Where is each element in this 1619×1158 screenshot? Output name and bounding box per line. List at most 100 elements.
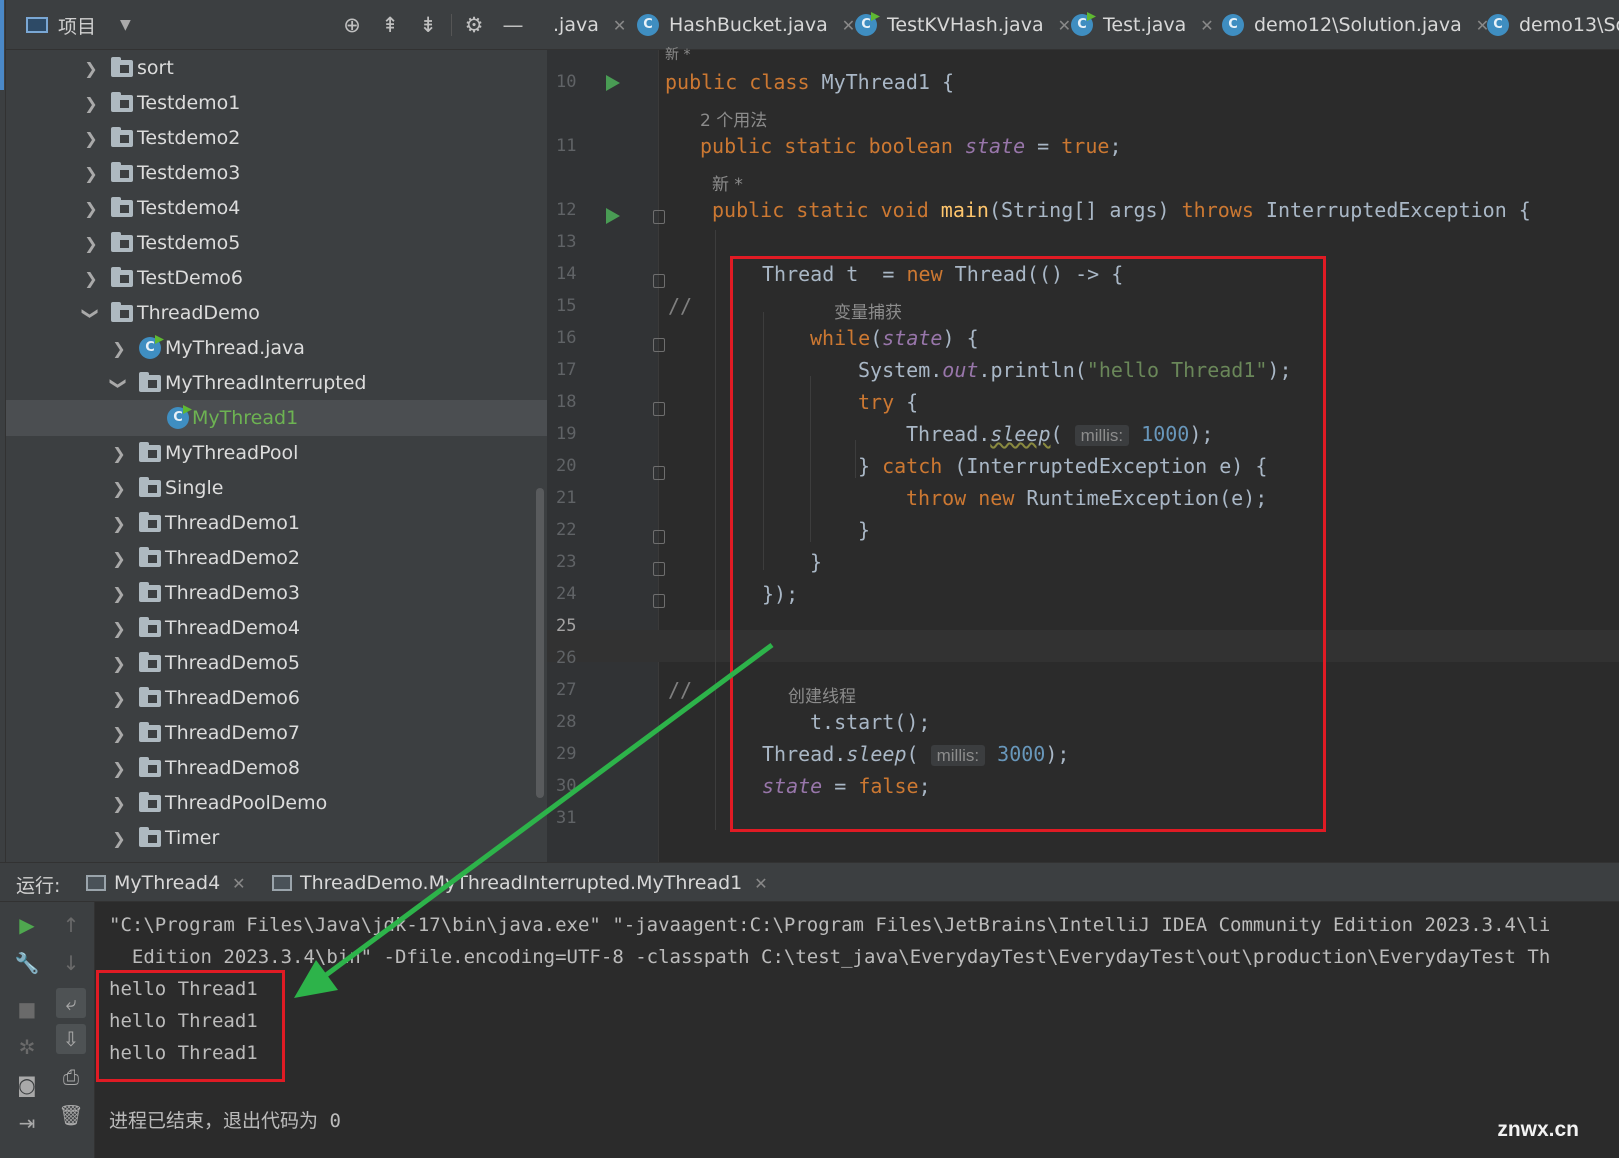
chevron-down-icon[interactable]: ❯ <box>110 374 129 392</box>
editor-tab-hashbucket[interactable]: C HashBucket.java ✕ <box>637 0 855 49</box>
expand-all-icon[interactable]: ⇞ <box>377 12 403 38</box>
close-icon[interactable]: ✕ <box>842 16 855 35</box>
fold-icon[interactable] <box>653 466 665 480</box>
exit-icon[interactable]: ⇥ <box>12 1108 42 1138</box>
chevron-right-icon[interactable]: ❯ <box>82 59 100 78</box>
camera-icon[interactable]: ◙ <box>12 1070 42 1100</box>
folder-icon <box>139 756 161 777</box>
tree-item-threaddemo7[interactable]: ❯ ThreadDemo7 <box>6 715 547 751</box>
locate-icon[interactable]: ⊕ <box>339 12 365 38</box>
chevron-right-icon[interactable]: ❯ <box>82 94 100 113</box>
tree-item-mythreadpool[interactable]: ❯ MyThreadPool <box>6 435 547 471</box>
folder-icon <box>111 91 133 112</box>
tree-item-threaddemo5[interactable]: ❯ ThreadDemo5 <box>6 645 547 681</box>
chevron-right-icon[interactable]: ❯ <box>82 129 100 148</box>
tree-item-threadpooldemo[interactable]: ❯ ThreadPoolDemo <box>6 785 547 821</box>
tree-item-threaddemo8[interactable]: ❯ ThreadDemo8 <box>6 750 547 786</box>
tree-item-mythread-java[interactable]: ❯ C MyThread.java <box>6 330 547 366</box>
fold-icon[interactable] <box>653 562 665 576</box>
tree-item-label: ThreadDemo5 <box>165 652 300 674</box>
console-output[interactable]: "C:\Program Files\Java\jdk-17\bin\java.e… <box>95 902 1619 1158</box>
fold-icon[interactable] <box>653 594 665 608</box>
tree-item-testdemo6[interactable]: ❯ TestDemo6 <box>6 260 547 296</box>
chevron-right-icon[interactable]: ❯ <box>110 724 128 743</box>
down-arrow-icon[interactable]: ↓ <box>56 948 86 978</box>
tree-item-timer[interactable]: ❯ Timer <box>6 820 547 856</box>
usage-hint[interactable]: 2 个用法 <box>700 106 767 131</box>
chevron-right-icon[interactable]: ❯ <box>110 759 128 778</box>
chevron-down-icon[interactable]: ❯ <box>82 304 101 322</box>
editor-tab-demo13-solution[interactable]: Cdemo13\Sol <box>1487 0 1619 49</box>
chevron-right-icon[interactable]: ❯ <box>110 479 128 498</box>
chevron-right-icon[interactable]: ❯ <box>110 339 128 358</box>
chevron-right-icon[interactable]: ❯ <box>110 689 128 708</box>
java-class-icon: C <box>1222 14 1244 36</box>
chevron-right-icon[interactable]: ❯ <box>110 619 128 638</box>
tree-item-single[interactable]: ❯ Single <box>6 470 547 506</box>
chevron-right-icon[interactable]: ❯ <box>82 164 100 183</box>
tree-item-label: MyThread1 <box>192 407 299 429</box>
chevron-right-icon[interactable]: ❯ <box>82 199 100 218</box>
chevron-right-icon[interactable]: ❯ <box>110 444 128 463</box>
chevron-right-icon[interactable]: ❯ <box>82 269 100 288</box>
chevron-right-icon[interactable]: ❯ <box>110 794 128 813</box>
fold-icon[interactable] <box>653 210 665 224</box>
project-tool-indicator[interactable] <box>0 0 4 90</box>
up-arrow-icon[interactable]: ↑ <box>56 910 86 940</box>
tree-item-threaddemo4[interactable]: ❯ ThreadDemo4 <box>6 610 547 646</box>
fold-icon[interactable] <box>653 530 665 544</box>
tree-item-testdemo2[interactable]: ❯ Testdemo2 <box>6 120 547 156</box>
tree-item-testdemo1[interactable]: ❯ Testdemo1 <box>6 85 547 121</box>
tree-item-testdemo5[interactable]: ❯ Testdemo5 <box>6 225 547 261</box>
tree-item-threaddemo2[interactable]: ❯ ThreadDemo2 <box>6 540 547 576</box>
soft-wrap-icon[interactable]: ⤶ <box>56 988 86 1018</box>
print-icon[interactable]: ⎙ <box>56 1062 86 1092</box>
project-scrollbar[interactable] <box>536 488 544 798</box>
tree-item-label: ThreadDemo2 <box>165 547 300 569</box>
tree-item-mythreadinterrupted[interactable]: ❯ MyThreadInterrupted <box>6 365 547 401</box>
tree-item-mythread1[interactable]: C MyThread1 <box>6 400 547 436</box>
close-icon[interactable]: ✕ <box>1058 16 1071 35</box>
tree-item-testdemo4[interactable]: ❯ Testdemo4 <box>6 190 547 226</box>
tree-item-label: ThreadDemo8 <box>165 757 300 779</box>
editor-tab-test[interactable]: C Test.java ✕ <box>1071 0 1214 49</box>
tree-item-sort[interactable]: ❯ sort <box>6 50 547 86</box>
editor-tab-demo12-solution[interactable]: Cdemo12\Solution.java ✕ <box>1222 0 1489 49</box>
run-tab-mythread4[interactable]: MyThread4 ✕ <box>86 863 246 903</box>
chevron-right-icon[interactable]: ❯ <box>110 584 128 603</box>
trash-icon[interactable]: 🗑 <box>56 1100 86 1130</box>
gear-icon[interactable]: ⚙ <box>461 12 487 38</box>
wrench-icon[interactable]: 🔧 <box>12 948 42 978</box>
close-icon[interactable]: ✕ <box>1200 16 1213 35</box>
collapse-all-icon[interactable]: ⇟ <box>415 12 441 38</box>
run-icon[interactable]: ▶ <box>12 910 42 940</box>
editor-tab-testkvhash[interactable]: C TestKVHash.java ✕ <box>855 0 1071 49</box>
tree-item-threaddemo3[interactable]: ❯ ThreadDemo3 <box>6 575 547 611</box>
minimize-icon[interactable]: — <box>500 12 526 38</box>
run-tab-mythread1[interactable]: ThreadDemo.MyThreadInterrupted.MyThread1… <box>272 863 768 903</box>
debug-icon[interactable]: ✲ <box>12 1032 42 1062</box>
fold-icon[interactable] <box>653 274 665 288</box>
tree-item-testdemo3[interactable]: ❯ Testdemo3 <box>6 155 547 191</box>
fold-icon[interactable] <box>653 402 665 416</box>
editor-tab-java[interactable]: .java ✕ <box>553 0 626 49</box>
chevron-right-icon[interactable]: ❯ <box>110 549 128 568</box>
close-icon[interactable]: ✕ <box>754 874 767 893</box>
chevron-right-icon[interactable]: ❯ <box>82 234 100 253</box>
chevron-right-icon[interactable]: ❯ <box>110 514 128 533</box>
stop-icon[interactable]: ■ <box>12 994 42 1024</box>
close-icon[interactable]: ✕ <box>613 16 626 35</box>
scroll-to-end-icon[interactable]: ⇩ <box>56 1024 86 1054</box>
folder-icon <box>111 301 133 322</box>
chevron-down-icon[interactable]: ▼ <box>120 17 131 33</box>
chevron-right-icon[interactable]: ❯ <box>110 829 128 848</box>
author-hint: 新 * <box>712 175 743 195</box>
close-icon[interactable]: ✕ <box>232 874 245 893</box>
tree-item-threaddemo1[interactable]: ❯ ThreadDemo1 <box>6 505 547 541</box>
tree-item-threaddemo[interactable]: ❯ ThreadDemo <box>6 295 547 331</box>
project-view-selector[interactable]: 项目 ▼ <box>26 12 131 38</box>
tree-item-threaddemo6[interactable]: ❯ ThreadDemo6 <box>6 680 547 716</box>
fold-icon[interactable] <box>653 338 665 352</box>
toolbar-divider <box>451 14 452 36</box>
chevron-right-icon[interactable]: ❯ <box>110 654 128 673</box>
